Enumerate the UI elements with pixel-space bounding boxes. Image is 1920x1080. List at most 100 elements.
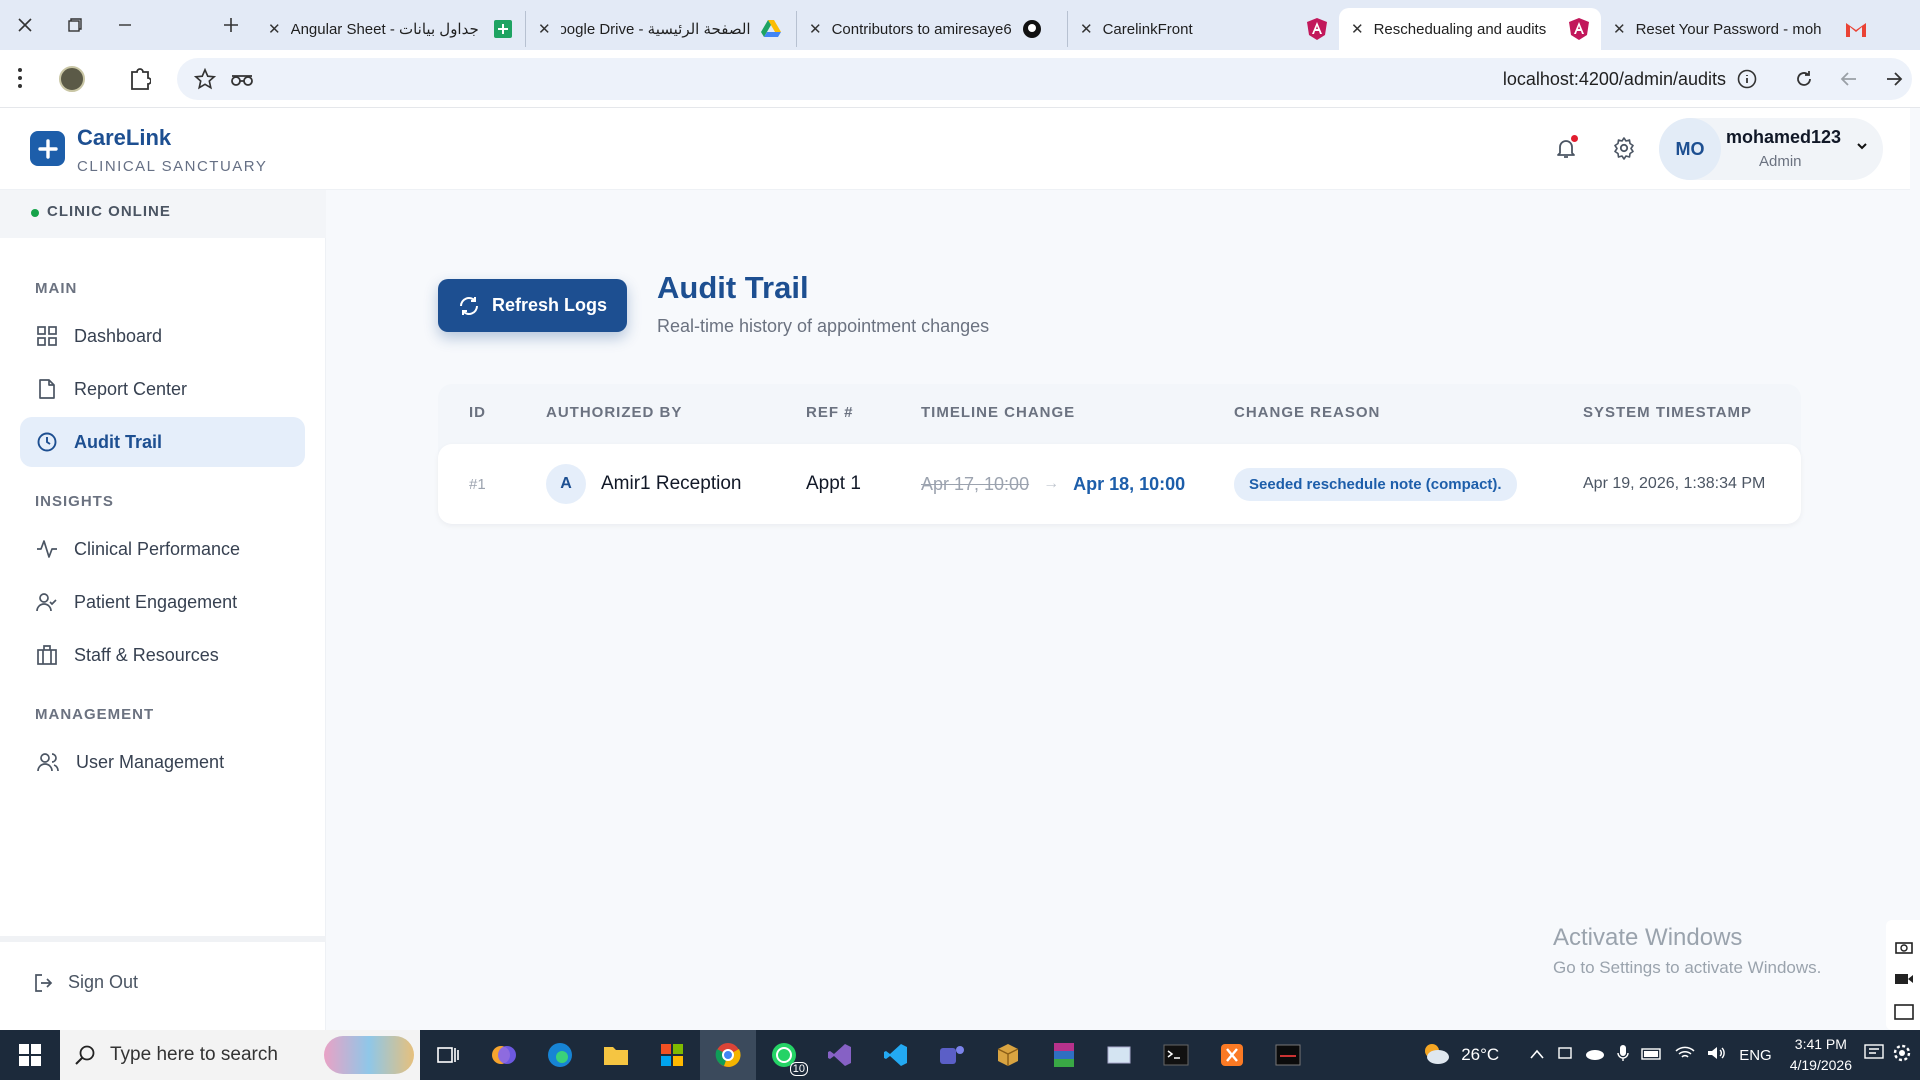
app-header: CareLink CLINICAL SANCTUARY MO mohamed12… bbox=[0, 108, 1910, 190]
tab-close-icon[interactable]: ✕ bbox=[1351, 20, 1364, 38]
carelink-logo-icon[interactable] bbox=[30, 131, 65, 166]
minimize-window-icon[interactable] bbox=[100, 0, 150, 50]
forward-icon[interactable] bbox=[1884, 69, 1904, 94]
xampp-icon[interactable] bbox=[1204, 1030, 1260, 1080]
camera-icon[interactable] bbox=[1895, 940, 1913, 959]
meet-now-icon[interactable] bbox=[1557, 1045, 1573, 1065]
sidebar-item-report-center[interactable]: Report Center bbox=[20, 364, 305, 414]
browser-tab-strip: ✕ Angular Sheet - جداول بيانات ✕ الصفحة … bbox=[0, 0, 1920, 50]
table-row[interactable]: #1 A Amir1 Reception Appt 1 Apr 17, 10:0… bbox=[438, 444, 1801, 524]
weather-temperature[interactable]: 26°C bbox=[1461, 1045, 1499, 1065]
column-header-ref: REF # bbox=[806, 404, 854, 421]
chevron-up-icon[interactable] bbox=[1529, 1047, 1545, 1064]
package-icon[interactable] bbox=[980, 1030, 1036, 1080]
whatsapp-icon[interactable]: 10 bbox=[756, 1030, 812, 1080]
wifi-icon[interactable] bbox=[1675, 1045, 1695, 1065]
clock-time: 3:41 PM bbox=[1794, 1036, 1847, 1052]
profile-avatar[interactable] bbox=[59, 66, 85, 92]
sidebar-item-audit-trail[interactable]: Audit Trail bbox=[20, 417, 305, 467]
winrar-icon[interactable] bbox=[1036, 1030, 1092, 1080]
browser-tab[interactable]: ✕ Angular Sheet - جداول بيانات bbox=[256, 11, 526, 47]
screen-tools-panel[interactable] bbox=[1886, 920, 1920, 1030]
browser-tab-active[interactable]: ✕ Reschedualing and audits bbox=[1339, 8, 1601, 50]
volume-icon[interactable] bbox=[1707, 1045, 1727, 1065]
close-window-icon[interactable] bbox=[0, 0, 50, 50]
new-tab-icon[interactable] bbox=[206, 0, 256, 50]
tab-close-icon[interactable]: ✕ bbox=[1080, 20, 1093, 38]
column-header-authorized-by: AUTHORIZED BY bbox=[546, 404, 683, 421]
sidebar-item-label: Clinical Performance bbox=[74, 538, 241, 559]
back-icon[interactable] bbox=[1839, 69, 1859, 94]
onedrive-icon[interactable] bbox=[1585, 1046, 1605, 1064]
battery-icon[interactable] bbox=[1641, 1047, 1663, 1064]
sign-out-button[interactable]: Sign Out bbox=[34, 972, 138, 993]
sidebar-item-dashboard[interactable]: Dashboard bbox=[20, 311, 305, 361]
chevron-down-icon[interactable] bbox=[1855, 139, 1869, 158]
sidebar-item-clinical-performance[interactable]: Clinical Performance bbox=[20, 524, 305, 574]
edge-icon[interactable] bbox=[532, 1030, 588, 1080]
reason-badge: Seeded reschedule note (compact). bbox=[1234, 467, 1517, 501]
refresh-logs-button[interactable]: Refresh Logs bbox=[438, 279, 627, 332]
file-explorer-icon[interactable] bbox=[588, 1030, 644, 1080]
browser-tab[interactable]: ✕ CarelinkFront bbox=[1068, 11, 1339, 47]
taskbar-search-input[interactable]: Type here to search bbox=[60, 1030, 420, 1080]
notification-bell-icon[interactable] bbox=[1550, 132, 1582, 164]
tab-close-icon[interactable]: ✕ bbox=[538, 20, 551, 38]
browser-tab[interactable]: ✕ Reset Your Password - moh bbox=[1601, 11, 1885, 47]
sidebar-item-user-management[interactable]: User Management bbox=[20, 737, 305, 787]
window-icon[interactable] bbox=[1894, 1004, 1914, 1025]
brand-name[interactable]: CareLink bbox=[77, 125, 171, 151]
visual-studio-icon[interactable] bbox=[812, 1030, 868, 1080]
chrome-icon[interactable] bbox=[700, 1030, 756, 1080]
incognito-icon[interactable] bbox=[230, 69, 254, 94]
section-label-insights: INSIGHTS bbox=[35, 493, 114, 510]
teams-icon[interactable] bbox=[924, 1030, 980, 1080]
column-header-timeline-change: TIMELINE CHANGE bbox=[921, 404, 1076, 421]
row-id: #1 bbox=[469, 475, 486, 493]
browser-tab[interactable]: ✕ Contributors to amiresaye6 bbox=[797, 11, 1068, 47]
sidebar-item-label: Report Center bbox=[74, 378, 188, 399]
extensions-icon[interactable] bbox=[129, 66, 152, 95]
video-icon[interactable] bbox=[1894, 972, 1914, 991]
restore-window-icon[interactable] bbox=[50, 0, 100, 50]
tab-close-icon[interactable]: ✕ bbox=[268, 20, 281, 38]
settings-gear-icon[interactable] bbox=[1608, 132, 1640, 164]
tab-close-icon[interactable]: ✕ bbox=[809, 20, 822, 38]
notification-dot bbox=[1571, 135, 1578, 142]
refresh-icon bbox=[459, 296, 478, 315]
old-time: Apr 17, 10:00 bbox=[921, 473, 1030, 494]
url-text[interactable]: localhost:4200/admin/audits bbox=[1503, 69, 1726, 90]
mysql-workbench-icon[interactable] bbox=[1260, 1030, 1316, 1080]
vscode-icon[interactable] bbox=[868, 1030, 924, 1080]
drive-icon bbox=[760, 19, 781, 39]
page-subtitle: Real-time history of appointment changes bbox=[657, 316, 990, 336]
microsoft-store-icon[interactable] bbox=[644, 1030, 700, 1080]
system-tray: 26°C ENG 3:41 PM 4/19/2026 bbox=[1421, 1030, 1920, 1080]
user-menu[interactable]: MO mohamed123 Admin bbox=[1659, 118, 1883, 180]
task-view-icon[interactable] bbox=[420, 1030, 476, 1080]
taskbar-clock[interactable]: 3:41 PM 4/19/2026 bbox=[1790, 1034, 1852, 1076]
reload-icon[interactable] bbox=[1794, 69, 1814, 94]
tab-close-icon[interactable]: ✕ bbox=[1613, 20, 1626, 38]
browser-menu-icon[interactable] bbox=[17, 66, 23, 95]
browser-tab[interactable]: ✕ الصفحة الرئيسية - Google Drive bbox=[526, 11, 797, 47]
snipping-tool-icon[interactable] bbox=[1092, 1030, 1148, 1080]
sign-out-label: Sign Out bbox=[68, 972, 139, 992]
terminal-icon[interactable] bbox=[1148, 1030, 1204, 1080]
sidebar-item-patient-engagement[interactable]: Patient Engagement bbox=[20, 577, 305, 627]
microphone-icon[interactable] bbox=[1617, 1044, 1629, 1066]
copilot-icon[interactable] bbox=[476, 1030, 532, 1080]
omnibox[interactable]: localhost:4200/admin/audits bbox=[177, 58, 1912, 100]
angular-icon bbox=[1307, 18, 1327, 40]
language-indicator[interactable]: ENG bbox=[1739, 1047, 1772, 1064]
notifications-icon[interactable] bbox=[1864, 1044, 1884, 1066]
browser-toolbar: localhost:4200/admin/audits bbox=[0, 50, 1920, 108]
bookmark-star-icon[interactable] bbox=[193, 67, 217, 95]
site-info-icon[interactable] bbox=[1737, 69, 1757, 94]
column-header-system-timestamp: SYSTEM TIMESTAMP bbox=[1583, 404, 1753, 421]
windows-start-icon[interactable] bbox=[0, 1030, 60, 1080]
sidebar-item-staff-resources[interactable]: Staff & Resources bbox=[20, 630, 305, 680]
activity-icon bbox=[37, 540, 57, 558]
gear-icon[interactable] bbox=[1892, 1043, 1912, 1067]
weather-icon[interactable] bbox=[1421, 1041, 1451, 1069]
